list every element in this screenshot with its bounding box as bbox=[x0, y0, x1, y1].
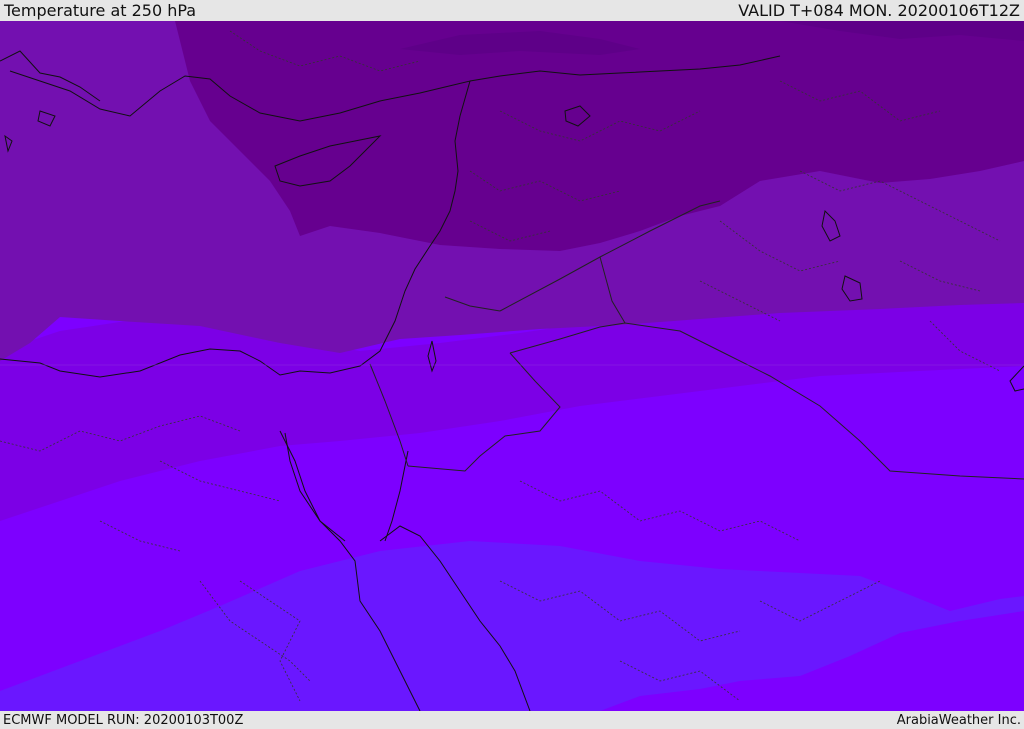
map-title: Temperature at 250 hPa bbox=[4, 1, 197, 20]
header-bar: Temperature at 250 hPa VALID T+084 MON. … bbox=[0, 0, 1024, 21]
map-canvas bbox=[0, 21, 1024, 711]
valid-time: VALID T+084 MON. 20200106T12Z bbox=[738, 1, 1020, 20]
credit: ArabiaWeather Inc. bbox=[896, 712, 1021, 728]
temperature-map[interactable] bbox=[0, 21, 1024, 711]
footer-bar: ECMWF MODEL RUN: 20200103T00Z ArabiaWeat… bbox=[0, 711, 1024, 729]
model-run: ECMWF MODEL RUN: 20200103T00Z bbox=[3, 712, 244, 728]
